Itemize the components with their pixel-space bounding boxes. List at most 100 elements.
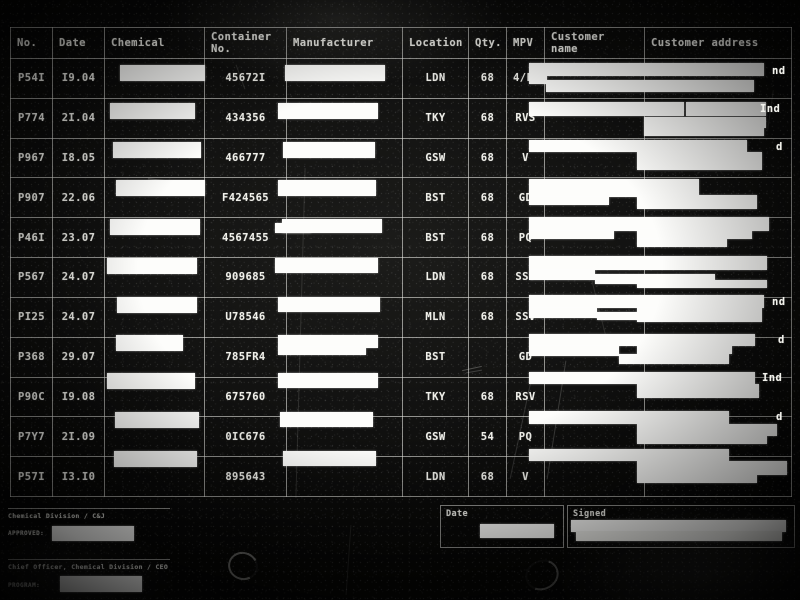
ledger-table-container: No. Date Chemical Container No. Manufact… xyxy=(10,27,792,497)
redaction-customer-28 xyxy=(619,354,729,364)
program-label: PROGRAM: xyxy=(8,582,41,589)
redaction-chemical-8 xyxy=(107,373,195,389)
redaction-customer-14 xyxy=(529,231,614,239)
redaction-customer-18 xyxy=(529,270,595,280)
cell-container: 675760 xyxy=(204,376,287,418)
address-fragment-row-0: nd xyxy=(772,65,786,77)
redaction-customer-6 xyxy=(644,128,764,136)
cell-container: U78546 xyxy=(204,296,287,338)
cell-qty: 68 xyxy=(468,58,507,99)
approved-redaction-bar xyxy=(52,526,134,541)
cell-qty: 68 xyxy=(468,217,507,259)
redaction-manufacturer-1 xyxy=(278,103,378,119)
cell-location: TKY xyxy=(402,97,469,139)
redaction-manufacturer-7 xyxy=(278,297,380,312)
redaction-customer-20 xyxy=(637,280,767,288)
cell-qty: 68 xyxy=(468,376,507,418)
cell-container: 895643 xyxy=(204,456,287,497)
address-fragment-row-2: d xyxy=(776,141,783,153)
redaction-customer-16 xyxy=(637,239,727,247)
redaction-customer-4 xyxy=(686,102,766,116)
cell-no: P368 xyxy=(10,336,53,378)
cell-qty: 68 xyxy=(468,257,507,298)
address-fragment-row-7: Ind xyxy=(762,372,783,384)
signed-redaction-bar-lower xyxy=(576,531,782,541)
cell-container: 434356 xyxy=(204,97,287,139)
cell-date: 24.07 xyxy=(52,257,105,298)
column-header-qty: Qty. xyxy=(468,27,507,59)
column-header-container-no: Container No. xyxy=(204,27,287,59)
redaction-chemical-2 xyxy=(113,142,201,158)
cell-location: GSW xyxy=(402,416,469,458)
redaction-chemical-0 xyxy=(120,65,205,81)
redaction-chemical-10 xyxy=(114,451,197,467)
address-fragment-row-5: nd xyxy=(772,296,786,308)
cell-qty: 68 xyxy=(468,456,507,497)
redaction-customer-1 xyxy=(529,76,547,84)
redaction-manufacturer-11 xyxy=(280,412,373,427)
redaction-manufacturer-3 xyxy=(278,180,376,196)
redaction-manufacturer-9 xyxy=(278,347,366,355)
redaction-customer-31 xyxy=(729,372,755,384)
redaction-manufacturer-10 xyxy=(278,373,378,388)
redaction-customer-15 xyxy=(637,229,752,239)
cell-no: P7Y7 xyxy=(10,416,53,458)
cell-container: F424565 xyxy=(204,177,287,219)
cell-no: P967 xyxy=(10,137,53,179)
cell-qty xyxy=(468,336,507,378)
redaction-customer-36 xyxy=(529,449,729,461)
redaction-chemical-6 xyxy=(117,297,197,313)
redaction-customer-7 xyxy=(529,140,717,152)
cell-location: LDN xyxy=(402,257,469,298)
cell-date: I8.05 xyxy=(52,137,105,179)
document-footer: Chemical Division / C&J APPROVED: Chief … xyxy=(0,500,800,600)
redaction-customer-29 xyxy=(637,346,732,354)
cell-no: P774 xyxy=(10,97,53,139)
cell-location: BST xyxy=(402,336,469,378)
cell-qty: 68 xyxy=(468,177,507,219)
redaction-customer-17 xyxy=(529,256,767,270)
column-header-no: No. xyxy=(10,27,53,59)
cell-qty: 68 xyxy=(468,137,507,179)
redaction-customer-5 xyxy=(644,117,766,128)
address-fragment-row-1: Ind xyxy=(760,103,781,115)
cell-location: MLN xyxy=(402,296,469,338)
cell-no: P907 xyxy=(10,177,53,219)
cell-location: LDN xyxy=(402,456,469,497)
redaction-manufacturer-5 xyxy=(275,223,311,233)
redaction-customer-2 xyxy=(546,80,754,92)
cell-customer-name xyxy=(544,456,645,497)
program-redaction-bar xyxy=(60,576,142,592)
column-header-manufacturer: Manufacturer xyxy=(286,27,403,59)
cell-no: P57I xyxy=(10,456,53,497)
redaction-manufacturer-12 xyxy=(283,451,376,466)
redaction-customer-32 xyxy=(637,384,759,398)
cell-container: 785FR4 xyxy=(204,336,287,378)
column-header-customer-address: Customer address xyxy=(644,27,792,59)
division-line: Chemical Division / C&J xyxy=(8,512,105,520)
column-header-customer-name: Customer name xyxy=(544,27,645,59)
cell-qty: 68 xyxy=(468,296,507,338)
cell-no: P90C xyxy=(10,376,53,418)
cell-qty: 54 xyxy=(468,416,507,458)
redaction-manufacturer-0 xyxy=(285,65,385,81)
cell-date: 22.06 xyxy=(52,177,105,219)
cell-location: BST xyxy=(402,177,469,219)
redaction-chemical-7 xyxy=(116,335,183,351)
cell-container: 45672I xyxy=(204,58,287,99)
cell-date: I3.I0 xyxy=(52,456,105,497)
redaction-chemical-9 xyxy=(115,412,199,428)
officer-line: Chief Officer, Chemical Division / CEO xyxy=(8,563,169,571)
officer-signature-rule xyxy=(8,559,170,560)
redaction-customer-12 xyxy=(637,195,757,209)
redaction-customer-30 xyxy=(529,372,729,384)
cell-date: I9.04 xyxy=(52,58,105,99)
redaction-customer-0 xyxy=(529,63,764,76)
cell-no: PI25 xyxy=(10,296,53,338)
redaction-chemical-4 xyxy=(110,219,200,235)
cell-container: 0IC676 xyxy=(204,416,287,458)
redaction-customer-8 xyxy=(717,140,747,152)
container-header-line1: Container xyxy=(211,31,272,43)
redaction-customer-9 xyxy=(637,152,762,170)
redaction-manufacturer-2 xyxy=(283,142,375,158)
